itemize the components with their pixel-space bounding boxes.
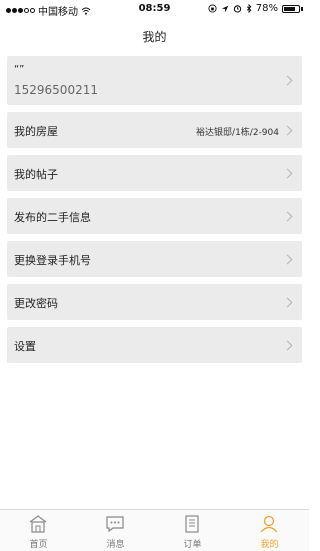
menu-item-my-house[interactable]: 我的房屋 裕达银邸/1栋/2-904 [7, 112, 302, 148]
home-icon [29, 515, 47, 533]
battery-icon [282, 4, 300, 13]
chevron-right-icon [282, 340, 293, 351]
menu-item-label: 设置 [14, 340, 36, 353]
menu-item-secondhand[interactable]: 发布的二手信息 [7, 198, 302, 234]
tab-label: 首页 [29, 540, 48, 550]
profile-nickname: “” [14, 64, 25, 75]
menu-item-change-password[interactable]: 更改密码 [7, 284, 302, 320]
location-icon [221, 5, 228, 12]
menu-item-label: 我的帖子 [14, 168, 58, 181]
tab-label: 订单 [183, 540, 202, 550]
chevron-right-icon [282, 211, 293, 222]
tab-label: 消息 [106, 540, 125, 550]
tab-messages[interactable]: 消息 [77, 510, 154, 551]
menu-item-settings[interactable]: 设置 [7, 327, 302, 363]
order-icon [185, 515, 199, 533]
chevron-right-icon [282, 125, 293, 136]
page-title: 我的 [142, 30, 167, 44]
menu-item-label: 我的房屋 [14, 125, 58, 138]
menu-item-label: 更改密码 [14, 297, 58, 310]
profile-phone: 15296500211 [14, 83, 98, 97]
tab-home[interactable]: 首页 [0, 510, 77, 551]
chevron-right-icon [282, 168, 293, 179]
menu-item-label: 更换登录手机号 [14, 254, 91, 267]
status-bar: 中国移动 08:59 78% [0, 0, 309, 20]
user-icon [260, 515, 278, 533]
chevron-right-icon [282, 254, 293, 265]
tab-bar: 首页 消息 订单 我的 [0, 509, 309, 551]
chevron-right-icon [282, 75, 293, 86]
chevron-right-icon [282, 297, 293, 308]
rotation-lock-icon [208, 4, 217, 13]
battery-percent: 78% [255, 3, 278, 14]
message-icon [106, 516, 124, 533]
alarm-icon [233, 5, 241, 13]
menu-item-my-posts[interactable]: 我的帖子 [7, 155, 302, 191]
tab-label: 我的 [260, 540, 279, 550]
menu-item-value: 裕达银邸/1栋/2-904 [196, 128, 279, 138]
menu-item-label: 发布的二手信息 [14, 211, 91, 224]
profile-row[interactable]: “” 15296500211 [7, 56, 302, 105]
menu-item-change-phone[interactable]: 更换登录手机号 [7, 241, 302, 277]
tab-mine[interactable]: 我的 [231, 510, 308, 551]
tab-orders[interactable]: 订单 [154, 510, 231, 551]
status-right: 78% [208, 3, 303, 14]
bluetooth-icon [246, 4, 252, 13]
